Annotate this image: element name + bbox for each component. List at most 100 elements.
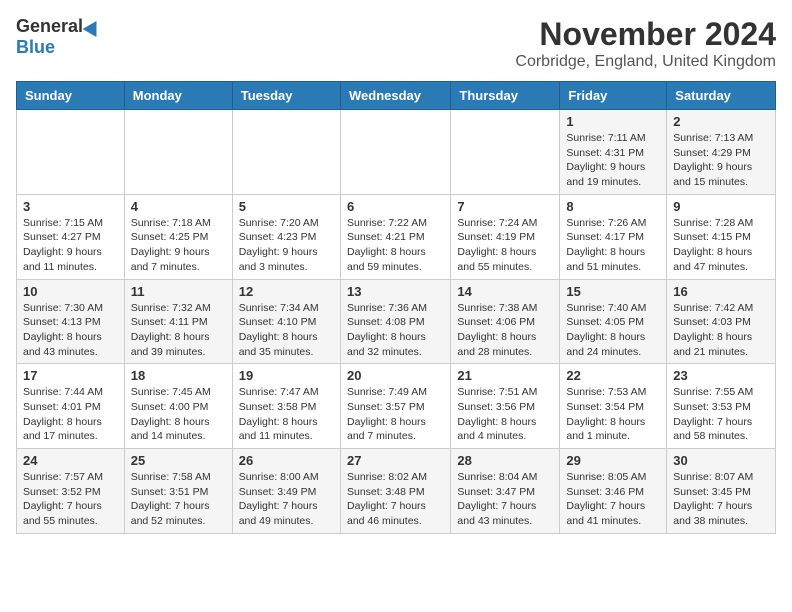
day-number: 1	[566, 114, 660, 129]
day-info: Sunrise: 7:40 AM Sunset: 4:05 PM Dayligh…	[566, 301, 660, 360]
day-info: Sunrise: 8:07 AM Sunset: 3:45 PM Dayligh…	[673, 470, 769, 529]
calendar-cell: 16Sunrise: 7:42 AM Sunset: 4:03 PM Dayli…	[667, 279, 776, 364]
day-number: 14	[457, 284, 553, 299]
calendar-cell: 30 Sunrise: 8:07 AM Sunset: 3:45 PM Dayli…	[667, 449, 776, 534]
month-title: November 2024	[515, 16, 776, 53]
calendar-cell: 19 Sunrise: 7:47 AM Sunset: 3:58 PM Dayli…	[232, 364, 340, 449]
day-info: Sunrise: 7:15 AM Sunset: 4:27 PM Dayligh…	[23, 216, 118, 275]
header: General Blue November 2024 Corbridge, En…	[16, 16, 776, 71]
calendar-cell: 11Sunrise: 7:32 AM Sunset: 4:11 PM Dayli…	[124, 279, 232, 364]
day-number: 28	[457, 453, 553, 468]
logo-blue-text: Blue	[16, 37, 55, 58]
day-number: 19	[239, 368, 334, 383]
calendar-cell: 10 Sunrise: 7:30 AM Sunset: 4:13 PM Dayli…	[17, 279, 125, 364]
day-number: 2	[673, 114, 769, 129]
day-info: Sunrise: 7:32 AM Sunset: 4:11 PM Dayligh…	[131, 301, 226, 360]
day-info: Sunrise: 7:28 AM Sunset: 4:15 PM Dayligh…	[673, 216, 769, 275]
day-number: 10	[23, 284, 118, 299]
day-number: 26	[239, 453, 334, 468]
calendar-table: SundayMondayTuesdayWednesdayThursdayFrid…	[16, 81, 776, 534]
calendar-cell: 24 Sunrise: 7:57 AM Sunset: 3:52 PM Dayli…	[17, 449, 125, 534]
day-number: 25	[131, 453, 226, 468]
day-number: 18	[131, 368, 226, 383]
day-info: Sunrise: 7:45 AM Sunset: 4:00 PM Dayligh…	[131, 385, 226, 444]
calendar-cell	[124, 110, 232, 195]
day-info: Sunrise: 7:20 AM Sunset: 4:23 PM Dayligh…	[239, 216, 334, 275]
day-number: 17	[23, 368, 118, 383]
day-header-tuesday: Tuesday	[232, 82, 340, 110]
day-header-thursday: Thursday	[451, 82, 560, 110]
day-info: Sunrise: 8:05 AM Sunset: 3:46 PM Dayligh…	[566, 470, 660, 529]
day-number: 22	[566, 368, 660, 383]
calendar-cell: 12 Sunrise: 7:34 AM Sunset: 4:10 PM Dayli…	[232, 279, 340, 364]
calendar-week-row: 10 Sunrise: 7:30 AM Sunset: 4:13 PM Dayli…	[17, 279, 776, 364]
day-info: Sunrise: 7:22 AM Sunset: 4:21 PM Dayligh…	[347, 216, 444, 275]
logo-icon	[83, 16, 104, 36]
calendar-cell: 29 Sunrise: 8:05 AM Sunset: 3:46 PM Dayli…	[560, 449, 667, 534]
day-header-wednesday: Wednesday	[340, 82, 450, 110]
calendar-cell: 28 Sunrise: 8:04 AM Sunset: 3:47 PM Dayli…	[451, 449, 560, 534]
day-info: Sunrise: 7:30 AM Sunset: 4:13 PM Dayligh…	[23, 301, 118, 360]
day-info: Sunrise: 7:47 AM Sunset: 3:58 PM Dayligh…	[239, 385, 334, 444]
calendar-cell: 20 Sunrise: 7:49 AM Sunset: 3:57 PM Dayli…	[340, 364, 450, 449]
calendar-cell: 18 Sunrise: 7:45 AM Sunset: 4:00 PM Dayli…	[124, 364, 232, 449]
day-info: Sunrise: 7:58 AM Sunset: 3:51 PM Dayligh…	[131, 470, 226, 529]
calendar-week-row: 1Sunrise: 7:11 AM Sunset: 4:31 PM Daylig…	[17, 110, 776, 195]
calendar-cell: 5 Sunrise: 7:20 AM Sunset: 4:23 PM Daylig…	[232, 194, 340, 279]
day-info: Sunrise: 8:04 AM Sunset: 3:47 PM Dayligh…	[457, 470, 553, 529]
day-header-friday: Friday	[560, 82, 667, 110]
calendar-cell: 1Sunrise: 7:11 AM Sunset: 4:31 PM Daylig…	[560, 110, 667, 195]
logo: General Blue	[16, 16, 101, 58]
day-header-saturday: Saturday	[667, 82, 776, 110]
calendar-week-row: 3 Sunrise: 7:15 AM Sunset: 4:27 PM Daylig…	[17, 194, 776, 279]
calendar-cell: 22 Sunrise: 7:53 AM Sunset: 3:54 PM Dayli…	[560, 364, 667, 449]
day-number: 7	[457, 199, 553, 214]
calendar-cell	[232, 110, 340, 195]
day-info: Sunrise: 7:57 AM Sunset: 3:52 PM Dayligh…	[23, 470, 118, 529]
day-info: Sunrise: 8:00 AM Sunset: 3:49 PM Dayligh…	[239, 470, 334, 529]
calendar-cell: 27 Sunrise: 8:02 AM Sunset: 3:48 PM Dayli…	[340, 449, 450, 534]
day-number: 8	[566, 199, 660, 214]
calendar-cell: 4 Sunrise: 7:18 AM Sunset: 4:25 PM Daylig…	[124, 194, 232, 279]
day-number: 30	[673, 453, 769, 468]
day-header-monday: Monday	[124, 82, 232, 110]
day-number: 12	[239, 284, 334, 299]
title-area: November 2024 Corbridge, England, United…	[515, 16, 776, 71]
day-info: Sunrise: 7:38 AM Sunset: 4:06 PM Dayligh…	[457, 301, 553, 360]
calendar-cell: 21 Sunrise: 7:51 AM Sunset: 3:56 PM Dayli…	[451, 364, 560, 449]
day-number: 21	[457, 368, 553, 383]
calendar-cell: 6 Sunrise: 7:22 AM Sunset: 4:21 PM Daylig…	[340, 194, 450, 279]
day-header-sunday: Sunday	[17, 82, 125, 110]
day-number: 15	[566, 284, 660, 299]
calendar-cell: 13 Sunrise: 7:36 AM Sunset: 4:08 PM Dayli…	[340, 279, 450, 364]
day-number: 20	[347, 368, 444, 383]
calendar-cell	[451, 110, 560, 195]
day-number: 29	[566, 453, 660, 468]
day-number: 9	[673, 199, 769, 214]
calendar-cell: 2Sunrise: 7:13 AM Sunset: 4:29 PM Daylig…	[667, 110, 776, 195]
day-info: Sunrise: 7:36 AM Sunset: 4:08 PM Dayligh…	[347, 301, 444, 360]
day-info: Sunrise: 7:42 AM Sunset: 4:03 PM Dayligh…	[673, 301, 769, 360]
day-info: Sunrise: 7:34 AM Sunset: 4:10 PM Dayligh…	[239, 301, 334, 360]
calendar-cell	[340, 110, 450, 195]
day-number: 5	[239, 199, 334, 214]
calendar-cell: 9 Sunrise: 7:28 AM Sunset: 4:15 PM Daylig…	[667, 194, 776, 279]
day-info: Sunrise: 7:51 AM Sunset: 3:56 PM Dayligh…	[457, 385, 553, 444]
day-number: 3	[23, 199, 118, 214]
day-info: Sunrise: 7:49 AM Sunset: 3:57 PM Dayligh…	[347, 385, 444, 444]
day-info: Sunrise: 7:53 AM Sunset: 3:54 PM Dayligh…	[566, 385, 660, 444]
day-number: 4	[131, 199, 226, 214]
calendar-cell: 26 Sunrise: 8:00 AM Sunset: 3:49 PM Dayli…	[232, 449, 340, 534]
logo-general-text: General	[16, 16, 83, 37]
day-number: 24	[23, 453, 118, 468]
calendar-cell: 23Sunrise: 7:55 AM Sunset: 3:53 PM Dayli…	[667, 364, 776, 449]
calendar-week-row: 24 Sunrise: 7:57 AM Sunset: 3:52 PM Dayli…	[17, 449, 776, 534]
day-number: 6	[347, 199, 444, 214]
day-number: 13	[347, 284, 444, 299]
day-info: Sunrise: 8:02 AM Sunset: 3:48 PM Dayligh…	[347, 470, 444, 529]
day-number: 27	[347, 453, 444, 468]
day-info: Sunrise: 7:18 AM Sunset: 4:25 PM Dayligh…	[131, 216, 226, 275]
calendar-cell: 25 Sunrise: 7:58 AM Sunset: 3:51 PM Dayli…	[124, 449, 232, 534]
calendar-cell: 8Sunrise: 7:26 AM Sunset: 4:17 PM Daylig…	[560, 194, 667, 279]
calendar-cell	[17, 110, 125, 195]
